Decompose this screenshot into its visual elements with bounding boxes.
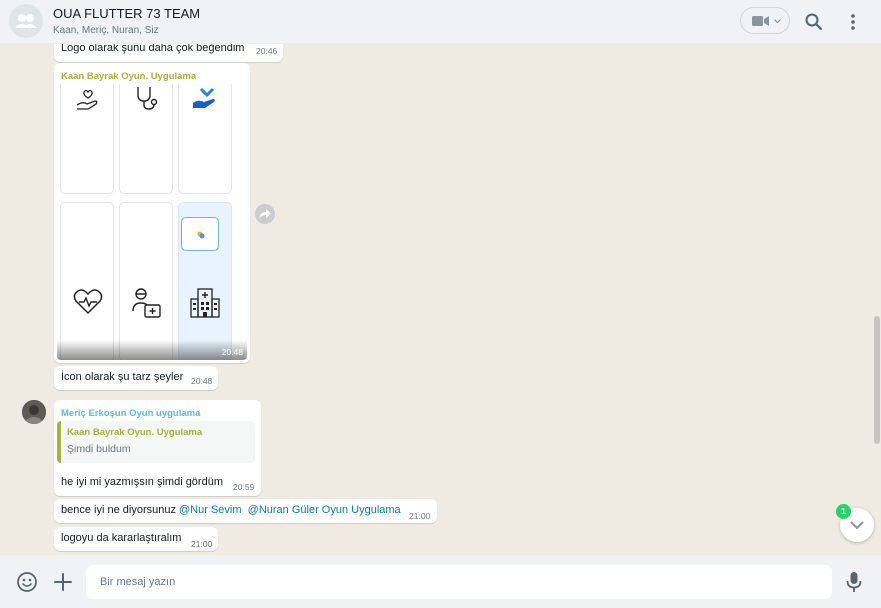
emoji-button[interactable] bbox=[16, 571, 38, 593]
message-text: bence iyi ne diyorsunuz @Nur Sevim @Nura… bbox=[61, 504, 401, 516]
message-input[interactable] bbox=[86, 565, 832, 599]
unread-count-badge: 1 bbox=[836, 504, 851, 519]
scrollbar[interactable] bbox=[874, 316, 880, 444]
mention-link[interactable]: @Nuran Güler Oyun Uygulama bbox=[248, 504, 401, 516]
quoted-message[interactable]: Kaan Bayrak Oyun. Uygulama Şimdi buldum bbox=[57, 421, 255, 463]
message-time: 21:00 bbox=[409, 511, 431, 521]
heart-pulse-icon bbox=[73, 289, 103, 315]
doctor-kit-icon bbox=[131, 287, 163, 319]
hand-heart-icon bbox=[75, 89, 101, 111]
chevron-down-icon bbox=[774, 19, 781, 24]
forward-icon bbox=[259, 209, 271, 219]
image-attachment[interactable]: 20:48 bbox=[57, 84, 247, 360]
message-time: 20:48 bbox=[191, 376, 213, 386]
message-bubble[interactable]: logoyu da kararlaştıralım 21:00 bbox=[54, 527, 218, 551]
chevron-down-icon bbox=[850, 521, 864, 530]
microphone-icon bbox=[844, 571, 864, 593]
message-text: logoyu da kararlaştıralım bbox=[61, 532, 182, 544]
image-tile bbox=[178, 202, 232, 360]
emoji-icon bbox=[16, 571, 38, 593]
image-placeholder-icon bbox=[197, 231, 205, 239]
mention-link[interactable]: @Nur Sevim bbox=[179, 504, 242, 516]
message-time: 20:46 bbox=[256, 46, 278, 56]
message-bubble[interactable]: İcon olarak şu tarz şeyler 20:48 bbox=[54, 366, 218, 390]
image-overlay bbox=[57, 340, 247, 360]
group-avatar-icon[interactable] bbox=[9, 4, 43, 38]
chat-header: OUA FLUTTER 73 TEAM Kaan, Meriç, Nuran, … bbox=[0, 0, 881, 44]
quoted-text: Şimdi buldum bbox=[67, 443, 131, 455]
video-call-button[interactable] bbox=[740, 7, 790, 34]
sender-name: Kaan Bayrak Oyun. Uygulama bbox=[61, 71, 197, 82]
hospital-icon bbox=[190, 287, 220, 319]
message-bubble[interactable]: Logo olarak şunu daha çok beğendim 20:46 bbox=[54, 44, 283, 62]
message-time: 20:48 bbox=[221, 347, 243, 357]
group-title[interactable]: OUA FLUTTER 73 TEAM bbox=[53, 6, 200, 21]
message-time: 21:00 bbox=[191, 539, 213, 549]
message-text-prefix: bence iyi ne diyorsunuz bbox=[61, 504, 180, 516]
image-tile bbox=[60, 84, 114, 194]
attach-button[interactable] bbox=[52, 571, 74, 593]
forward-button[interactable] bbox=[255, 204, 275, 224]
stethoscope-icon bbox=[134, 85, 160, 111]
menu-dots-icon bbox=[843, 10, 863, 34]
video-call-icon bbox=[752, 15, 770, 27]
quoted-sender: Kaan Bayrak Oyun. Uygulama bbox=[67, 427, 203, 438]
image-message-bubble[interactable]: Kaan Bayrak Oyun. Uygulama 20:48 bbox=[54, 63, 250, 363]
search-button[interactable] bbox=[802, 10, 826, 34]
message-bubble[interactable]: bence iyi ne diyorsunuz @Nur Sevim @Nura… bbox=[54, 499, 437, 523]
sender-avatar[interactable] bbox=[22, 400, 46, 424]
sender-name: Meriç Erkoşun Oyun uygulama bbox=[61, 408, 201, 419]
image-tile bbox=[119, 84, 173, 194]
message-list[interactable]: Logo olarak şunu daha çok beğendim 20:46… bbox=[0, 44, 881, 555]
image-tile bbox=[60, 202, 114, 360]
plus-icon bbox=[52, 571, 74, 593]
message-time: 20:59 bbox=[233, 482, 255, 492]
image-loading-thumb bbox=[181, 217, 219, 251]
message-text: he iyi mi yazmışsın şimdi gördüm bbox=[61, 476, 223, 488]
compose-bar bbox=[0, 555, 881, 608]
hand-medical-icon bbox=[191, 87, 221, 113]
image-tile bbox=[119, 202, 173, 360]
voice-message-button[interactable] bbox=[844, 571, 864, 593]
image-tile bbox=[178, 84, 232, 194]
menu-button[interactable] bbox=[843, 10, 863, 34]
message-text: İcon olarak şu tarz şeyler bbox=[61, 371, 184, 383]
group-members[interactable]: Kaan, Meriç, Nuran, Siz bbox=[53, 25, 159, 36]
message-text: Logo olarak şunu daha çok beğendim bbox=[61, 44, 245, 54]
search-icon bbox=[802, 10, 826, 34]
reply-message-bubble[interactable]: Meriç Erkoşun Oyun uygulama Kaan Bayrak … bbox=[54, 400, 261, 496]
